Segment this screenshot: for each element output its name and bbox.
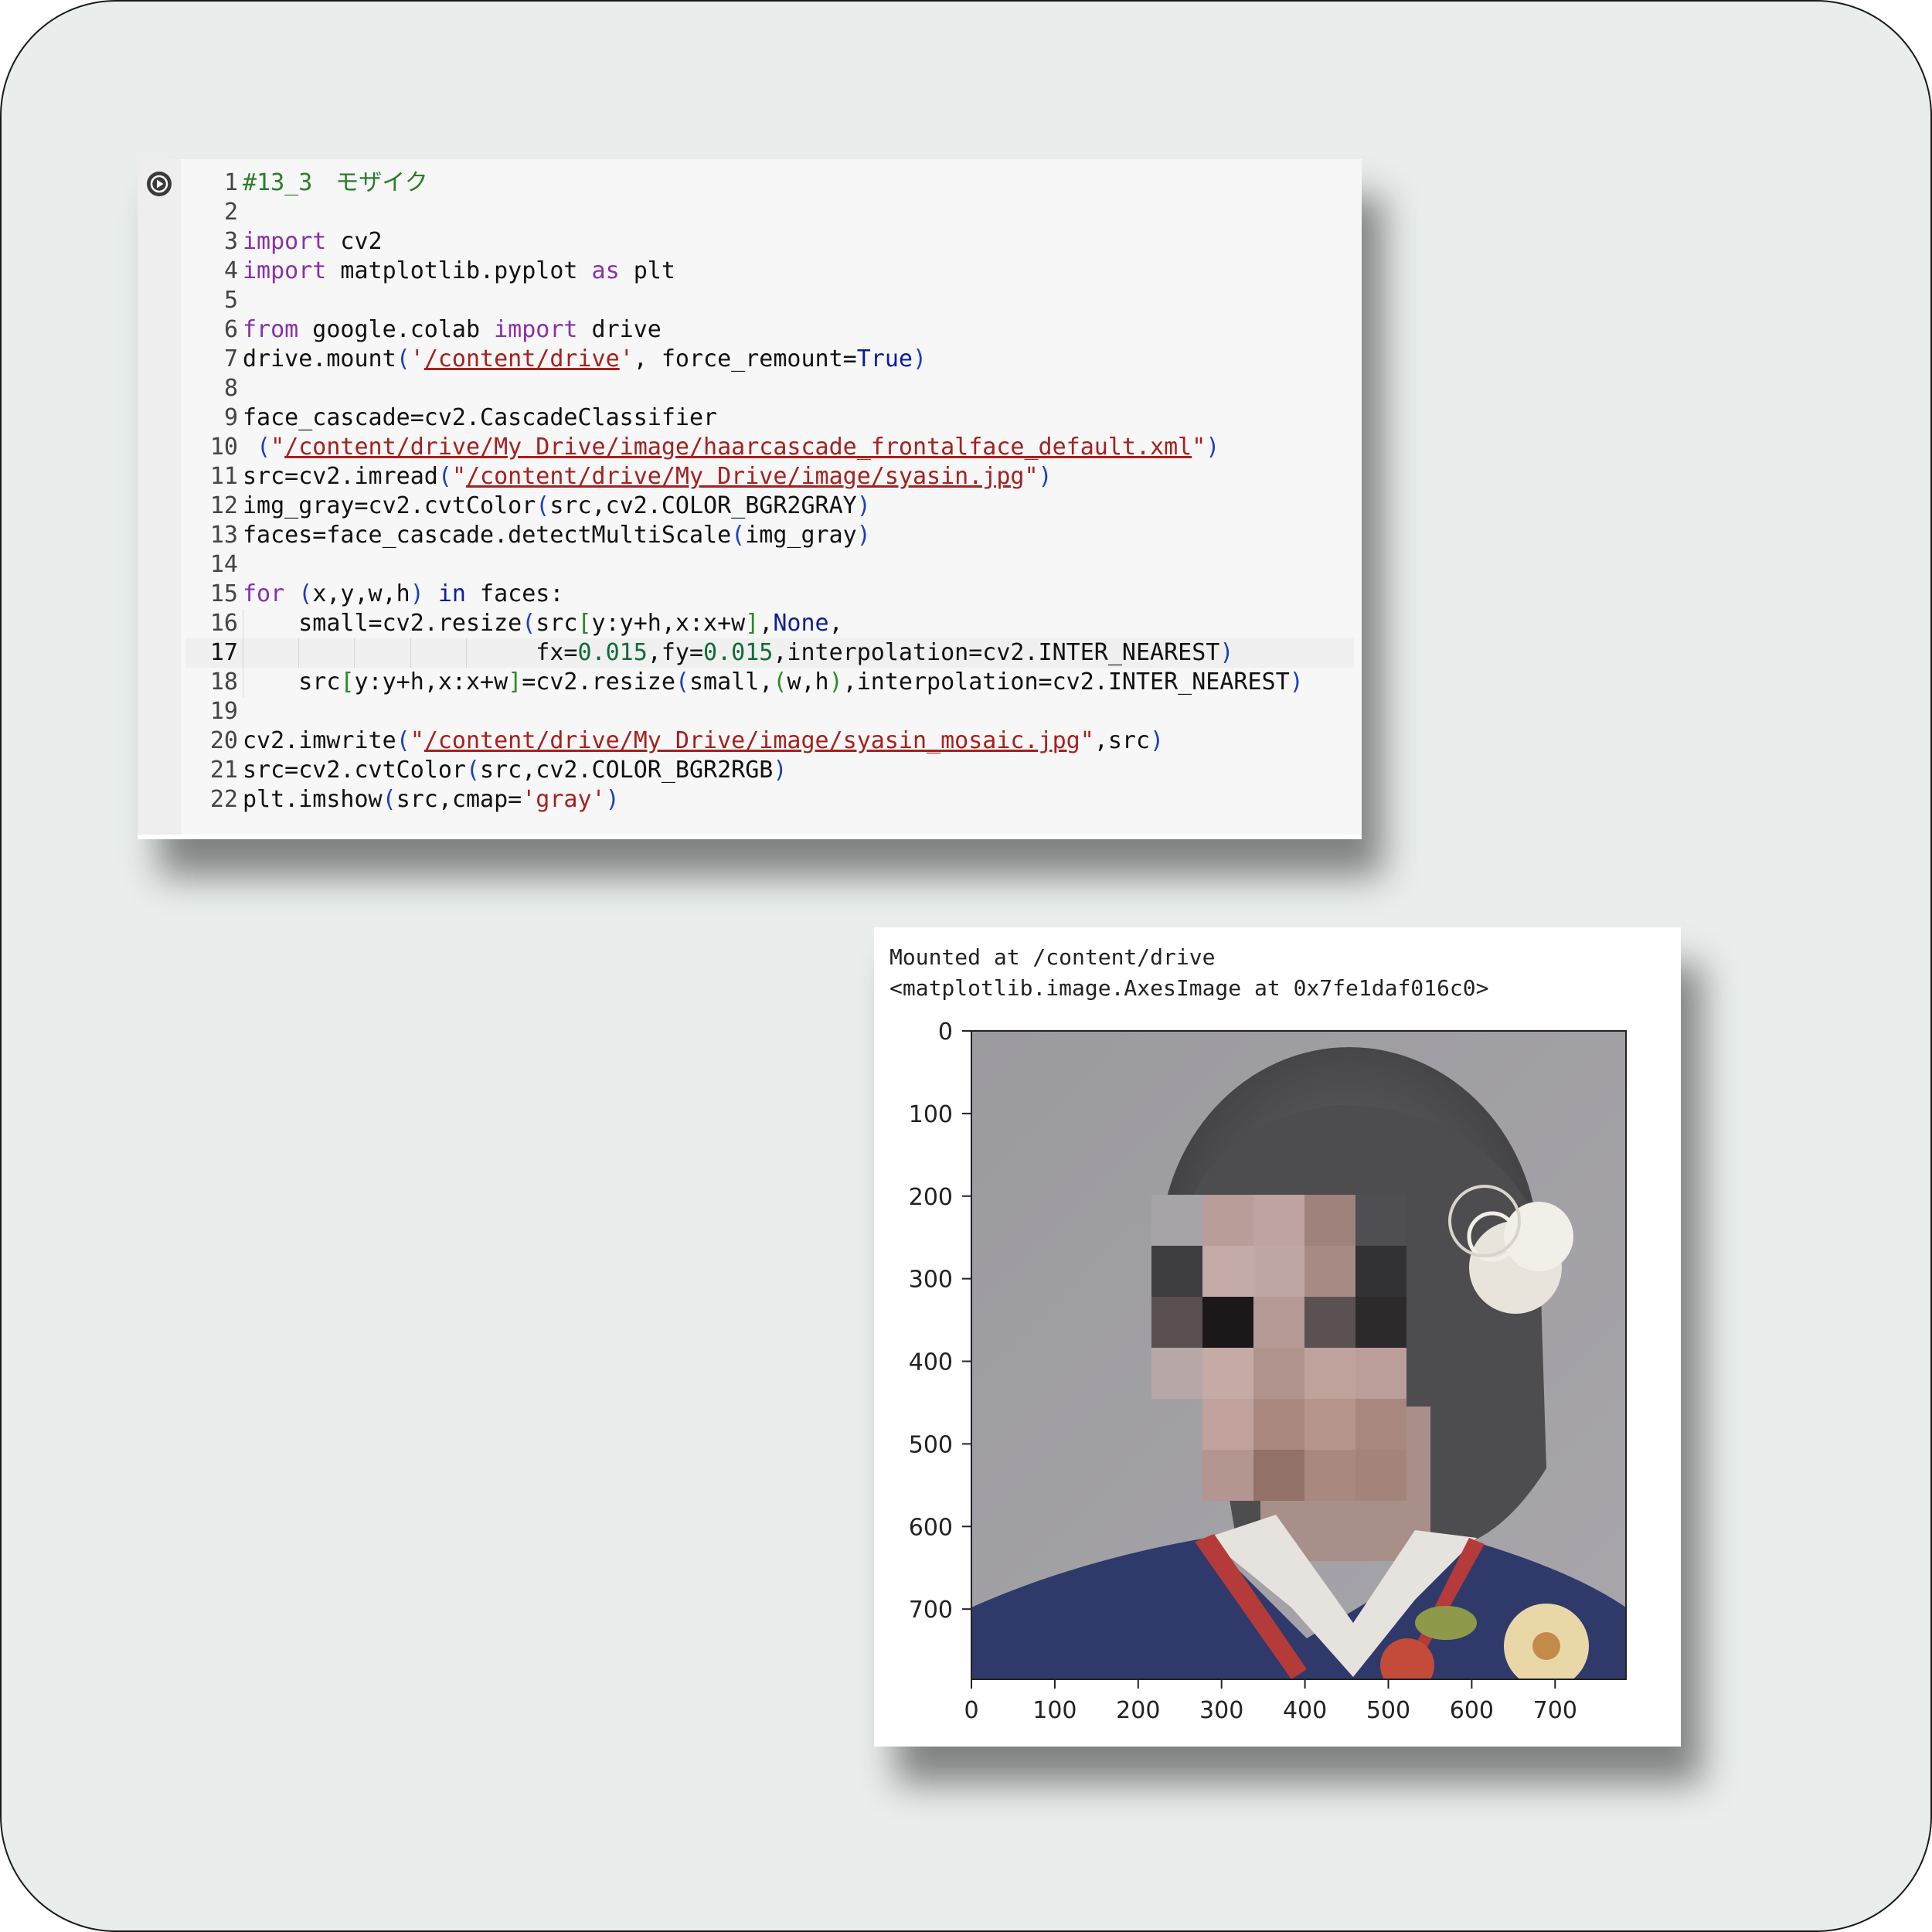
code-editor[interactable]: 1 #13_3 モザイク 2 3 import cv2 4 import matplotli… bbox=[185, 168, 1354, 815]
y-tick-label: 400 bbox=[909, 1349, 953, 1376]
code-line-12[interactable]: 12 img_gray=cv2.cvtColor(src,cv2.COLOR_BG… bbox=[185, 492, 1354, 521]
line-number: 16 bbox=[209, 610, 238, 637]
code-cell[interactable]: 1 #13_3 モザイク 2 3 import cv2 4 import matplotli… bbox=[138, 159, 1362, 839]
indent-guide bbox=[410, 638, 411, 668]
code-text[interactable]: small=cv2.resize(src[y:y+h,x:x+w],None, bbox=[243, 610, 842, 637]
code-text[interactable]: fx=0.015,fy=0.015,interpolation=cv2.INTE… bbox=[243, 639, 1233, 666]
x-tick-label: 600 bbox=[1450, 1697, 1494, 1724]
code-text[interactable]: src=cv2.cvtColor(src,cv2.COLOR_BGR2RGB) bbox=[243, 757, 787, 784]
line-number: 15 bbox=[209, 580, 238, 607]
line-number: 2 bbox=[223, 199, 238, 226]
code-line-9[interactable]: 9 face_cascade=cv2.CascadeClassifier bbox=[185, 403, 1354, 433]
y-tick-label: 700 bbox=[909, 1597, 953, 1624]
run-cell-button[interactable] bbox=[147, 172, 172, 196]
line-number: 18 bbox=[209, 668, 238, 696]
code-text[interactable]: ("/content/drive/My Drive/image/haarcasc… bbox=[243, 434, 1219, 461]
code-line-21[interactable]: 21 src=cv2.cvtColor(src,cv2.COLOR_BGR2RGB… bbox=[185, 756, 1354, 785]
code-text[interactable]: face_cascade=cv2.CascadeClassifier bbox=[243, 404, 717, 431]
line-number: 1 bbox=[223, 169, 238, 196]
y-tick-label: 300 bbox=[909, 1267, 953, 1294]
y-tick-label: 200 bbox=[909, 1184, 953, 1211]
cell-divider bbox=[138, 835, 1362, 839]
code-text[interactable]: cv2.imwrite("/content/drive/My Drive/ima… bbox=[243, 727, 1164, 754]
x-tick-label: 700 bbox=[1533, 1697, 1577, 1724]
line-number: 13 bbox=[209, 522, 238, 549]
line-number: 7 bbox=[223, 345, 238, 372]
line-number: 22 bbox=[209, 786, 238, 813]
line-number: 21 bbox=[209, 757, 238, 784]
y-tick-label: 600 bbox=[909, 1514, 953, 1541]
line-number: 3 bbox=[223, 228, 238, 255]
code-text[interactable]: faces=face_cascade.detectMultiScale(img_… bbox=[243, 522, 871, 549]
y-tick-label: 0 bbox=[938, 1019, 953, 1046]
output-cell: Mounted at /content/drive <matplotlib.im… bbox=[874, 927, 1681, 1747]
imshow-plot: 0 100 200 300 400 500 600 700 0 100 200 300 400 500 60… bbox=[909, 1019, 1627, 1724]
code-text[interactable]: plt.imshow(src,cmap='gray') bbox=[243, 786, 620, 813]
x-tick-label: 500 bbox=[1366, 1697, 1410, 1724]
code-line-17[interactable]: 17 fx=0.015,fy=0.015,interpolation=cv2.I… bbox=[185, 638, 1354, 668]
code-line-22[interactable]: 22 plt.imshow(src,cmap='gray') bbox=[185, 785, 1354, 815]
line-number: 9 bbox=[223, 404, 238, 431]
line-number: 20 bbox=[209, 727, 238, 754]
line-number: 5 bbox=[223, 287, 238, 314]
code-line-1[interactable]: 1 #13_3 モザイク bbox=[185, 168, 1354, 198]
code-line-4[interactable]: 4 import matplotlib.pyplot as plt bbox=[185, 257, 1354, 286]
indent-guide bbox=[465, 638, 467, 668]
indent-guide bbox=[298, 638, 300, 668]
code-text[interactable]: src[y:y+h,x:x+w]=cv2.resize(small,(w,h),… bbox=[243, 668, 1303, 696]
cell-gutter bbox=[138, 159, 181, 836]
code-line-3[interactable]: 3 import cv2 bbox=[185, 227, 1354, 257]
line-number: 8 bbox=[223, 375, 238, 402]
line-number: 4 bbox=[223, 257, 238, 284]
code-line-10[interactable]: 10 ("/content/drive/My Drive/image/haarc… bbox=[185, 433, 1354, 462]
code-line-7[interactable]: 7 drive.mount('/content/drive', force_rem… bbox=[185, 345, 1354, 374]
code-text[interactable]: for (x,y,w,h) in faces: bbox=[243, 580, 563, 607]
indent-guide bbox=[354, 638, 355, 668]
x-tick-label: 100 bbox=[1032, 1697, 1077, 1724]
play-icon bbox=[148, 172, 171, 196]
line-number: 17 bbox=[209, 639, 238, 666]
code-text[interactable]: img_gray=cv2.cvtColor(src,cv2.COLOR_BGR2… bbox=[243, 492, 871, 519]
code-line-16[interactable]: 16 small=cv2.resize(src[y:y+h,x:x+w],Non… bbox=[185, 609, 1354, 638]
code-text[interactable]: import cv2 bbox=[243, 228, 383, 255]
screenshot-frame: 1 #13_3 モザイク 2 3 import cv2 4 import matplotli… bbox=[0, 0, 1932, 1932]
code-text[interactable]: #13_3 モザイク bbox=[243, 169, 428, 196]
code-line-20[interactable]: 20 cv2.imwrite("/content/drive/My Drive/i… bbox=[185, 726, 1354, 756]
code-text[interactable]: src=cv2.imread("/content/drive/My Drive/… bbox=[243, 463, 1053, 490]
y-tick-label: 100 bbox=[909, 1101, 953, 1128]
x-tick-label: 300 bbox=[1199, 1697, 1243, 1724]
x-tick-label: 400 bbox=[1283, 1697, 1327, 1724]
code-line-13[interactable]: 13 faces=face_cascade.detectMultiScale(im… bbox=[185, 521, 1354, 550]
mosaic-portrait-image bbox=[971, 1031, 1626, 1679]
y-tick-label: 500 bbox=[909, 1431, 953, 1458]
x-tick-label: 200 bbox=[1116, 1697, 1160, 1724]
code-line-6[interactable]: 6 from google.colab import drive bbox=[185, 315, 1354, 345]
line-number: 12 bbox=[209, 492, 238, 519]
code-line-2[interactable]: 2 bbox=[185, 198, 1354, 227]
code-line-19[interactable]: 19 bbox=[185, 697, 1354, 726]
line-number: 11 bbox=[209, 463, 238, 490]
line-number: 10 bbox=[209, 434, 238, 461]
code-line-15[interactable]: 15 for (x,y,w,h) in faces: bbox=[185, 580, 1354, 609]
code-text[interactable]: from google.colab import drive bbox=[243, 316, 662, 343]
line-number: 14 bbox=[209, 551, 238, 578]
code-line-18[interactable]: 18 src[y:y+h,x:x+w]=cv2.resize(small,(w,… bbox=[185, 668, 1354, 697]
code-line-11[interactable]: 11 src=cv2.imread("/content/drive/My Driv… bbox=[185, 462, 1354, 492]
code-line-14[interactable]: 14 bbox=[185, 550, 1354, 580]
code-line-8[interactable]: 8 bbox=[185, 374, 1354, 403]
code-text[interactable]: import matplotlib.pyplot as plt bbox=[243, 257, 675, 284]
code-text[interactable]: drive.mount('/content/drive', force_remo… bbox=[243, 345, 927, 372]
line-number: 6 bbox=[223, 316, 238, 343]
code-line-5[interactable]: 5 bbox=[185, 286, 1354, 315]
line-number: 19 bbox=[209, 698, 238, 725]
x-tick-label: 0 bbox=[964, 1697, 978, 1724]
